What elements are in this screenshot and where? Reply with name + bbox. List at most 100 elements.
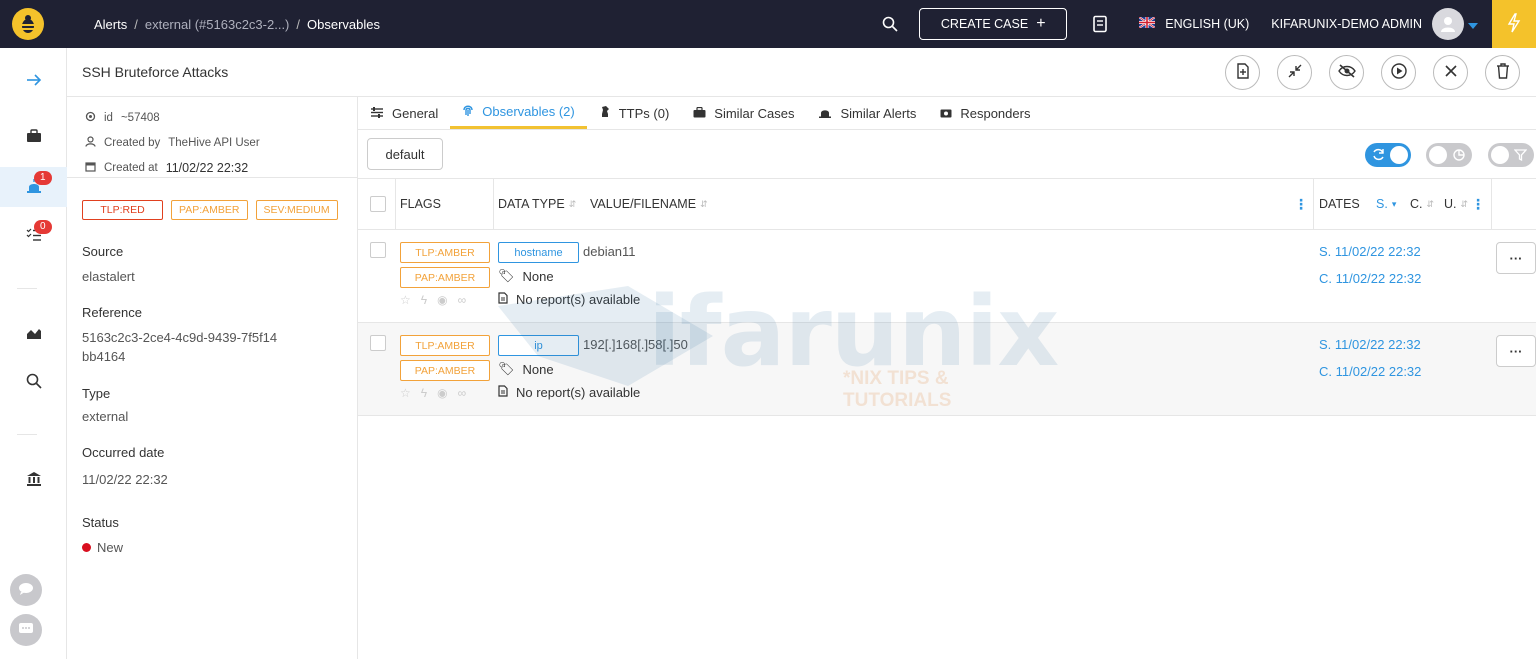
bee-icon: [12, 8, 44, 40]
link-icon[interactable]: ∞: [458, 293, 467, 307]
nav-divider: [17, 434, 37, 435]
select-all-checkbox[interactable]: [370, 196, 386, 212]
id-label: id: [104, 111, 113, 124]
tab-similar-alerts[interactable]: Similar Alerts: [806, 97, 928, 129]
dates-column-menu[interactable]: ⋮: [1471, 179, 1485, 229]
row-created-date: C. 11/02/22 22:32: [1319, 364, 1422, 379]
briefcase-icon: [26, 128, 42, 146]
link-icon[interactable]: ∞: [458, 386, 467, 400]
toggle-knob: [1429, 146, 1447, 164]
book-icon[interactable]: [1089, 13, 1111, 35]
nav-tasks[interactable]: 0: [0, 216, 67, 256]
tab-similar-cases[interactable]: Similar Cases: [681, 97, 806, 129]
toggle-knob: [1390, 146, 1408, 164]
eye-icon[interactable]: ◉: [437, 386, 447, 400]
ignore-alert-button[interactable]: [1329, 54, 1364, 90]
play-circle-icon: [1390, 62, 1407, 82]
star-icon[interactable]: ☆: [400, 386, 411, 400]
language-selector[interactable]: ENGLISH (UK): [1138, 16, 1250, 31]
status-text: New: [97, 540, 124, 555]
breadcrumb-current: Observables: [307, 16, 380, 32]
auto-refresh-toggle[interactable]: [1365, 143, 1411, 167]
row-pap-badge: PAP:AMBER: [400, 360, 490, 381]
app-logo[interactable]: [0, 0, 56, 48]
tab-ttps[interactable]: TTPs (0): [587, 97, 682, 129]
updated-date-sort-header[interactable]: U. ⇵: [1444, 179, 1468, 229]
arrow-right-icon: [26, 73, 42, 90]
tab-label: TTPs (0): [618, 105, 670, 121]
tab-label: Similar Cases: [714, 105, 795, 121]
eye-slash-icon: [1337, 63, 1356, 81]
reference-label: Reference: [82, 305, 142, 320]
tab-bar: General Observables (2) TTPs (0) Similar…: [358, 97, 1536, 130]
tab-general[interactable]: General: [358, 97, 450, 129]
start-date-sort-header[interactable]: S. ▾: [1376, 179, 1396, 229]
breadcrumb-alerts[interactable]: Alerts: [94, 17, 127, 32]
merge-alert-button[interactable]: [1277, 54, 1312, 90]
row-data-type[interactable]: ip: [498, 335, 579, 356]
expand-nav-button[interactable]: [0, 61, 67, 101]
alert-details: TLP:RED PAP:AMBER SEV:MEDIUM Source elas…: [67, 178, 358, 659]
filter-preset-button[interactable]: default: [367, 138, 443, 170]
trash-icon: [1496, 62, 1510, 82]
reference-value: 5163c2c3-2ce4-4c9d-9439-7f5f14bb4164: [82, 330, 278, 364]
value-header[interactable]: VALUE/FILENAME ⇵: [590, 179, 708, 229]
top-bar: Alerts / external (#5163c2c3-2...) / Obs…: [0, 0, 1536, 48]
chevron-down-icon[interactable]: [1468, 17, 1478, 32]
delete-alert-button[interactable]: [1485, 54, 1520, 90]
row-actions-button[interactable]: ···: [1496, 335, 1536, 367]
user-name[interactable]: KIFARUNIX-DEMO ADMIN: [1271, 17, 1422, 31]
search-icon[interactable]: [879, 13, 901, 35]
stats-toggle[interactable]: [1426, 143, 1472, 167]
row-actions-button[interactable]: ···: [1496, 242, 1536, 274]
star-icon[interactable]: ☆: [400, 293, 411, 307]
severity-badge: SEV:MEDIUM: [255, 200, 338, 220]
close-alert-button[interactable]: [1433, 54, 1468, 90]
nav-search[interactable]: [0, 362, 67, 402]
start-alert-button[interactable]: [1381, 54, 1416, 90]
briefcase-icon: [693, 106, 706, 121]
table-row: TLP:AMBER PAP:AMBER ☆ ϟ ◉ ∞ hostname deb…: [358, 230, 1536, 323]
more-horizontal-icon: ···: [1509, 343, 1523, 359]
breadcrumb-alert[interactable]: external (#5163c2c3-2...): [145, 17, 290, 32]
user-icon: [85, 135, 96, 150]
language-label: ENGLISH (UK): [1165, 17, 1250, 31]
created-date-sort-header[interactable]: C. ⇵: [1410, 179, 1434, 229]
filters-toggle[interactable]: [1488, 143, 1534, 167]
row-checkbox[interactable]: [370, 242, 386, 258]
eye-icon[interactable]: ◉: [437, 293, 447, 307]
nav-organisation[interactable]: [0, 460, 67, 500]
nav-alerts[interactable]: 1: [0, 167, 67, 207]
comments-button[interactable]: [10, 614, 42, 646]
tab-responders[interactable]: Responders: [928, 97, 1042, 129]
breadcrumb-separator: /: [134, 16, 138, 32]
sort-desc-icon: ▾: [1391, 198, 1397, 209]
dates-header: DATES: [1319, 197, 1360, 211]
row-reports: No report(s) available: [498, 385, 640, 400]
row-data-type[interactable]: hostname: [498, 242, 579, 263]
vertical-dots-icon: ⋮: [1471, 195, 1485, 212]
create-case-button[interactable]: CREATE CASE +: [919, 8, 1068, 40]
import-alert-button[interactable]: [1225, 54, 1260, 90]
responder-actions-button[interactable]: [1492, 0, 1536, 48]
avatar[interactable]: [1432, 8, 1464, 40]
bank-icon: [26, 471, 42, 490]
tab-observables[interactable]: Observables (2): [450, 97, 587, 129]
tag-icon: 🏷︎: [498, 361, 515, 376]
sliders-icon: [370, 106, 384, 121]
row-observable-value[interactable]: 192[.]168[.]58[.]50: [583, 337, 688, 352]
camera-icon: [940, 106, 952, 121]
row-observable-value[interactable]: debian11: [583, 244, 636, 259]
nav-dashboards[interactable]: [0, 314, 67, 354]
search-icon: [26, 373, 42, 392]
lightning-icon[interactable]: ϟ: [421, 293, 427, 307]
row-checkbox[interactable]: [370, 335, 386, 351]
value-column-menu[interactable]: ⋮: [1294, 179, 1308, 229]
data-type-header[interactable]: DATA TYPE ⇵: [498, 179, 576, 229]
tab-label: Observables (2): [482, 104, 575, 119]
chat-button[interactable]: [10, 574, 42, 606]
created-by-value: TheHive API User: [168, 136, 260, 149]
lightning-icon[interactable]: ϟ: [421, 386, 427, 400]
uk-flag-icon: [1138, 16, 1156, 31]
nav-cases[interactable]: [0, 117, 67, 157]
